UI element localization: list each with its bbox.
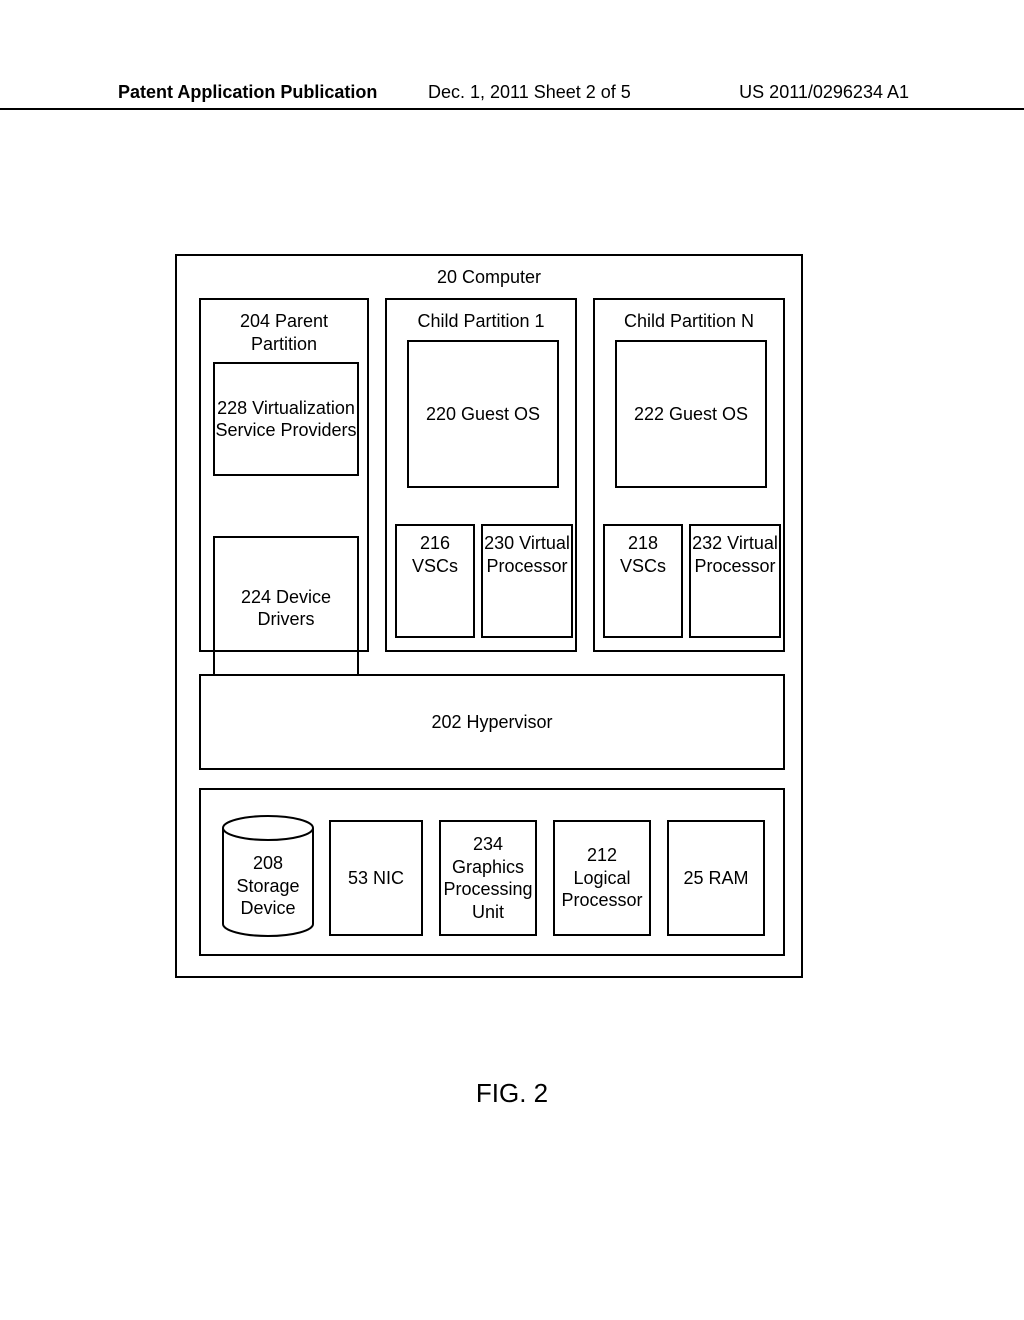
nic-label: 53 NIC	[348, 867, 404, 890]
vscs-n-box: 218 VSCs	[603, 524, 683, 638]
child-partition-1-title: Child Partition 1	[417, 310, 544, 333]
hypervisor-box: 202 Hypervisor	[199, 674, 785, 770]
guest-os-n-box: 222 Guest OS	[615, 340, 767, 488]
ram-box: 25 RAM	[667, 820, 765, 936]
logical-processor-label: 212 Logical Processor	[561, 844, 643, 912]
vproc-n-box: 232 Virtual Processor	[689, 524, 781, 638]
storage-device-label: 208 Storage Device	[221, 852, 315, 920]
figure-caption: FIG. 2	[0, 1078, 1024, 1109]
child-partition-n-title: Child Partition N	[624, 310, 754, 333]
computer-title: 20 Computer	[437, 266, 541, 289]
vsp-label: 228 Virtualization Service Providers	[215, 397, 357, 442]
guest-os-1-label: 220 Guest OS	[426, 403, 540, 426]
gpu-box: 234 Graphics Processing Unit	[439, 820, 537, 936]
parent-partition-box: 204 Parent Partition 228 Virtualization …	[199, 298, 369, 652]
page: Patent Application Publication Dec. 1, 2…	[0, 0, 1024, 1320]
header-right: US 2011/0296234 A1	[739, 82, 909, 103]
device-drivers-box: 224 Device Drivers	[213, 536, 359, 680]
vsp-box: 228 Virtualization Service Providers	[213, 362, 359, 476]
logical-processor-box: 212 Logical Processor	[553, 820, 651, 936]
hypervisor-label: 202 Hypervisor	[431, 711, 552, 734]
header-divider	[0, 108, 1024, 110]
vscs-n-label: 218 VSCs	[605, 532, 681, 577]
nic-box: 53 NIC	[329, 820, 423, 936]
figure-frame: 20 Computer 204 Parent Partition 228 Vir…	[175, 254, 803, 978]
header-left: Patent Application Publication	[118, 82, 377, 103]
vscs-1-box: 216 VSCs	[395, 524, 475, 638]
guest-os-1-box: 220 Guest OS	[407, 340, 559, 488]
hardware-row: 208 Storage Device 53 NIC 234 Graphics P…	[199, 788, 785, 956]
guest-os-n-label: 222 Guest OS	[634, 403, 748, 426]
child-partition-1-box: Child Partition 1 220 Guest OS 216 VSCs …	[385, 298, 577, 652]
ram-label: 25 RAM	[683, 867, 748, 890]
vproc-1-label: 230 Virtual Processor	[483, 532, 571, 577]
child-partition-n-box: Child Partition N 222 Guest OS 218 VSCs …	[593, 298, 785, 652]
vscs-1-label: 216 VSCs	[397, 532, 473, 577]
header-center: Dec. 1, 2011 Sheet 2 of 5	[428, 82, 631, 103]
parent-partition-title: 204 Parent Partition	[205, 310, 363, 355]
page-header: Patent Application Publication Dec. 1, 2…	[118, 82, 909, 103]
gpu-label: 234 Graphics Processing Unit	[443, 833, 532, 923]
vproc-n-label: 232 Virtual Processor	[691, 532, 779, 577]
device-drivers-label: 224 Device Drivers	[215, 586, 357, 631]
vproc-1-box: 230 Virtual Processor	[481, 524, 573, 638]
storage-device-box: 208 Storage Device	[221, 814, 315, 938]
